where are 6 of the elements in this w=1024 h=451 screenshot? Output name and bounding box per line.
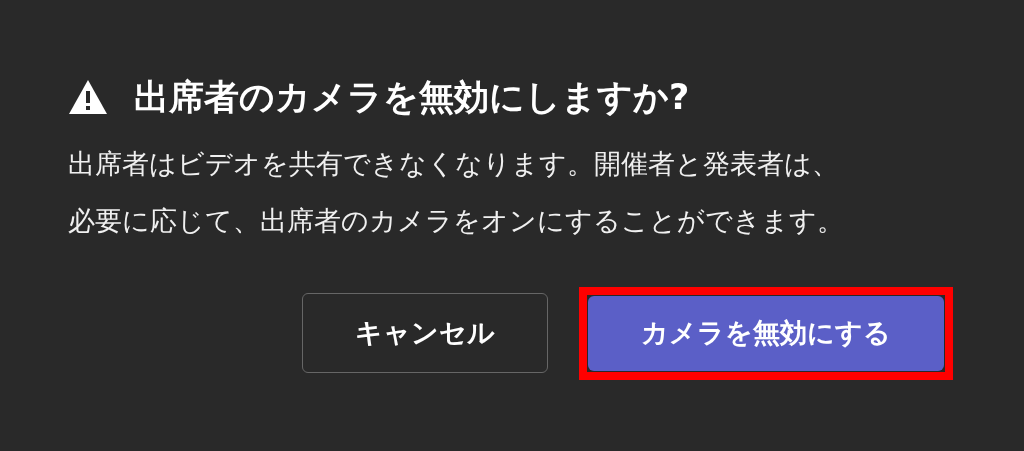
warning-icon (68, 79, 108, 115)
disable-camera-button[interactable]: カメラを無効にする (588, 295, 944, 371)
message-text: 出席者はビデオを共有できなくなります。開催者と発表者は、 (68, 147, 840, 181)
dialog-title: 出席者のカメラを無効にしますか? (134, 75, 690, 119)
message-text: 必要に応じて、出席者のカメラをオンにすることができます。 (68, 204, 845, 238)
cancel-button[interactable]: キャンセル (302, 293, 548, 373)
